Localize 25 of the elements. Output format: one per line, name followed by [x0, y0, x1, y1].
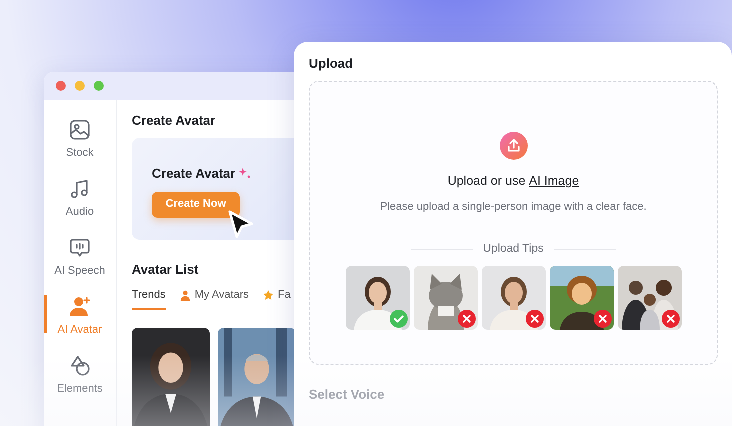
upload-icon: [500, 132, 528, 160]
upload-prompt: Upload or use: [448, 173, 527, 190]
tab[interactable]: Trends: [132, 287, 166, 310]
sidebar-item[interactable]: AI Avatar: [44, 287, 116, 346]
sidebar-item[interactable]: Elements: [44, 346, 116, 405]
ai-image-link[interactable]: AI Image: [529, 172, 580, 191]
shapes-icon: [68, 354, 92, 378]
avatar-icon: [68, 294, 92, 319]
section-title: Avatar List: [132, 262, 200, 278]
tab[interactable]: Fa: [263, 287, 291, 310]
sidebar-item[interactable]: AI Speech: [44, 228, 116, 287]
sparkle-icon: [238, 168, 251, 180]
section-title: Create Avatar: [132, 113, 217, 129]
person-icon: [180, 290, 191, 301]
sidebar-item[interactable]: Stock: [44, 110, 116, 169]
image-icon: [68, 118, 92, 142]
card-title: Create Avatar: [152, 165, 236, 183]
panel-title: Upload: [309, 56, 354, 72]
star-icon: [263, 290, 274, 301]
section-title: Select Voice: [309, 386, 386, 404]
upload-dropzone[interactable]: Upload or use AI Image Please upload a single-person image with a clear face. Upload Tips: [309, 81, 718, 365]
tips-title: Upload Tips: [483, 242, 544, 258]
sidebar-item[interactable]: Audio: [44, 169, 116, 228]
upload-hint: Please upload a single-person image with a clear face.: [380, 200, 647, 215]
tab[interactable]: My Avatars: [180, 287, 250, 310]
